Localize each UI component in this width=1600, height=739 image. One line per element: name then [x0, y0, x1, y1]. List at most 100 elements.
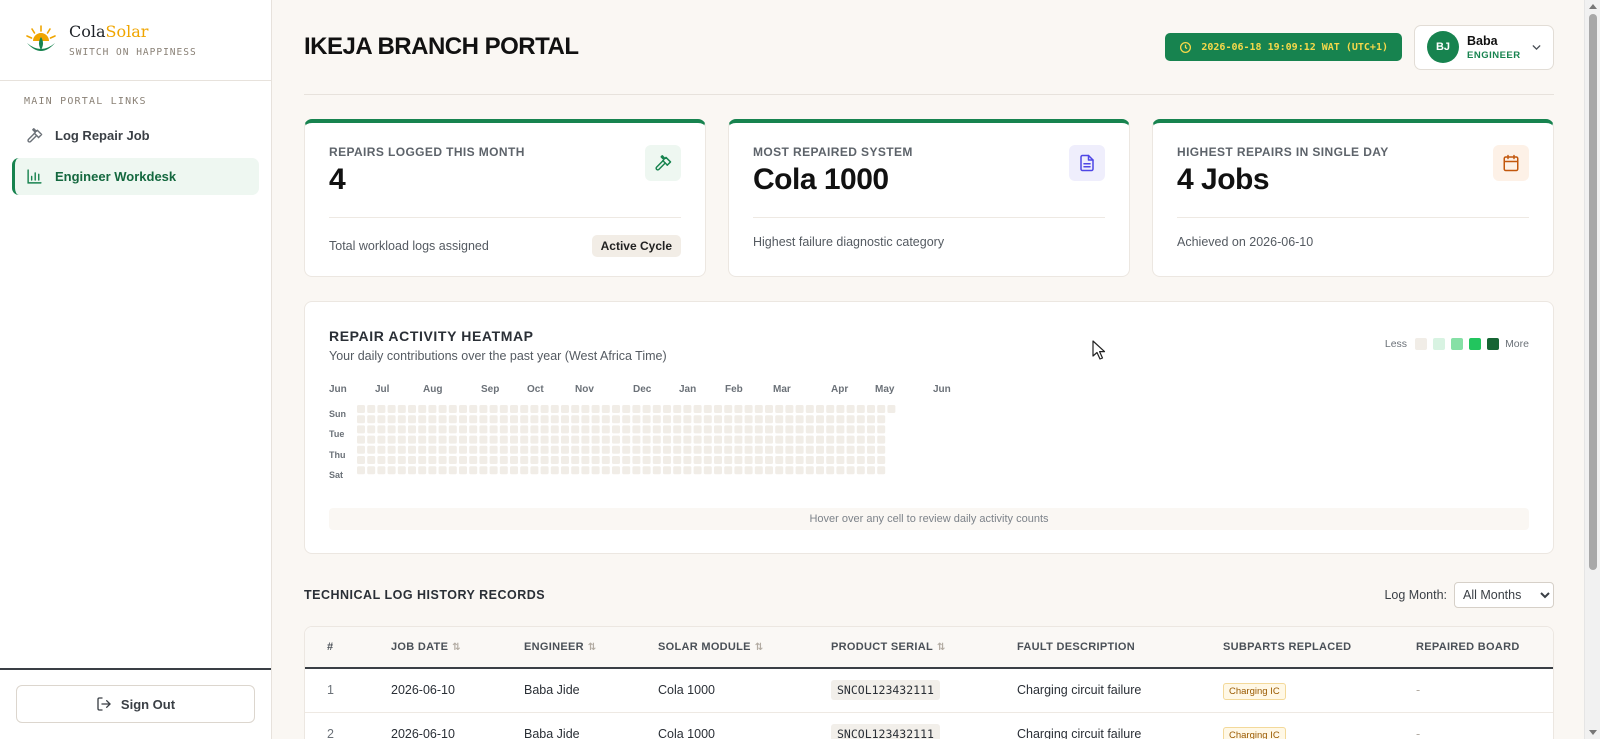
heatmap-cell[interactable] — [601, 456, 610, 464]
heatmap-cell[interactable] — [469, 466, 478, 475]
heatmap-cell[interactable] — [408, 425, 416, 434]
heatmap-cell[interactable] — [724, 415, 733, 424]
heatmap-cell[interactable] — [499, 405, 508, 413]
heatmap-cell[interactable] — [387, 456, 396, 464]
heatmap-cell[interactable] — [683, 456, 692, 464]
table-row[interactable]: 1 2026-06-10 Baba Jide Cola 1000 SNCOL12… — [305, 668, 1553, 713]
heatmap-cell[interactable] — [703, 425, 712, 434]
heatmap-cell[interactable] — [448, 445, 457, 454]
heatmap-cell[interactable] — [642, 456, 651, 464]
heatmap-cell[interactable] — [459, 445, 467, 454]
heatmap-cell[interactable] — [846, 466, 855, 475]
heatmap-cell[interactable] — [744, 456, 753, 464]
heatmap-cell[interactable] — [754, 425, 763, 434]
heatmap-cell[interactable] — [663, 405, 671, 413]
heatmap-cell[interactable] — [816, 456, 824, 464]
heatmap-cell[interactable] — [785, 415, 794, 424]
heatmap-cell[interactable] — [734, 425, 743, 434]
heatmap-cell[interactable] — [652, 466, 661, 475]
heatmap-cell[interactable] — [428, 456, 437, 464]
heatmap-cell[interactable] — [581, 456, 590, 464]
sign-out-button[interactable]: Sign Out — [16, 685, 255, 723]
heatmap-cell[interactable] — [816, 405, 824, 413]
scroll-thumb[interactable] — [1589, 14, 1597, 570]
heatmap-cell[interactable] — [867, 456, 875, 464]
heatmap-cell[interactable] — [652, 456, 661, 464]
heatmap-cell[interactable] — [622, 445, 631, 454]
heatmap-cell[interactable] — [867, 425, 875, 434]
heatmap-cell[interactable] — [510, 456, 518, 464]
heatmap-cell[interactable] — [867, 466, 875, 475]
heatmap-cell[interactable] — [601, 425, 610, 434]
heatmap-cell[interactable] — [856, 456, 865, 464]
heatmap-cell[interactable] — [612, 435, 620, 444]
heatmap-cell[interactable] — [856, 466, 865, 475]
heatmap-cell[interactable] — [510, 425, 518, 434]
heatmap-cell[interactable] — [479, 425, 488, 434]
heatmap-cell[interactable] — [622, 466, 631, 475]
heatmap-cell[interactable] — [438, 405, 447, 413]
heatmap-cell[interactable] — [530, 466, 539, 475]
heatmap-cell[interactable] — [765, 405, 773, 413]
heatmap-cell[interactable] — [540, 405, 549, 413]
heatmap-cell[interactable] — [459, 456, 467, 464]
heatmap-cell[interactable] — [714, 445, 722, 454]
heatmap-cell[interactable] — [795, 435, 804, 444]
heatmap-cell[interactable] — [652, 415, 661, 424]
heatmap-cell[interactable] — [652, 405, 661, 413]
heatmap-cell[interactable] — [499, 425, 508, 434]
heatmap-cell[interactable] — [357, 435, 365, 444]
heatmap-cell[interactable] — [397, 466, 406, 475]
heatmap-cell[interactable] — [591, 405, 600, 413]
heatmap-cell[interactable] — [459, 435, 467, 444]
heatmap-cell[interactable] — [805, 456, 814, 464]
heatmap-cell[interactable] — [571, 445, 580, 454]
heatmap-cell[interactable] — [530, 456, 539, 464]
heatmap-cell[interactable] — [703, 435, 712, 444]
heatmap-cell[interactable] — [377, 445, 386, 454]
heatmap-cell[interactable] — [775, 435, 784, 444]
heatmap-cell[interactable] — [816, 435, 824, 444]
heatmap-cell[interactable] — [877, 456, 886, 464]
user-menu[interactable]: BJ Baba ENGINEER — [1414, 24, 1554, 70]
col-engineer[interactable]: ENGINEER ⇅ — [502, 627, 636, 669]
heatmap-cell[interactable] — [775, 445, 784, 454]
heatmap-cell[interactable] — [571, 405, 580, 413]
heatmap-cell[interactable] — [683, 445, 692, 454]
heatmap-cell[interactable] — [673, 466, 682, 475]
heatmap-cell[interactable] — [408, 445, 416, 454]
heatmap-cell[interactable] — [622, 425, 631, 434]
heatmap-cell[interactable] — [571, 466, 580, 475]
heatmap-cell[interactable] — [377, 425, 386, 434]
heatmap-cell[interactable] — [601, 435, 610, 444]
heatmap-cell[interactable] — [826, 425, 835, 434]
scroll-up-arrow[interactable] — [1589, 4, 1597, 9]
heatmap-cell[interactable] — [489, 405, 498, 413]
heatmap-cell[interactable] — [377, 435, 386, 444]
heatmap-cell[interactable] — [571, 425, 580, 434]
heatmap-cell[interactable] — [744, 445, 753, 454]
brand[interactable]: ColaSolar SWITCH ON HAPPINESS — [0, 0, 271, 81]
sidebar-item-log-repair-job[interactable]: Log Repair Job — [12, 117, 259, 154]
heatmap-cell[interactable] — [754, 445, 763, 454]
heatmap-cell[interactable] — [581, 445, 590, 454]
heatmap-cell[interactable] — [805, 415, 814, 424]
heatmap-cell[interactable] — [867, 435, 875, 444]
heatmap-cell[interactable] — [867, 445, 875, 454]
heatmap-cell[interactable] — [561, 445, 569, 454]
heatmap-cell[interactable] — [612, 405, 620, 413]
heatmap-cell[interactable] — [714, 435, 722, 444]
heatmap-cell[interactable] — [367, 415, 376, 424]
heatmap-cell[interactable] — [642, 405, 651, 413]
heatmap-cell[interactable] — [765, 415, 773, 424]
heatmap-cell[interactable] — [561, 415, 569, 424]
heatmap-cell[interactable] — [387, 405, 396, 413]
heatmap-cell[interactable] — [448, 425, 457, 434]
heatmap-cell[interactable] — [510, 435, 518, 444]
heatmap-cell[interactable] — [622, 435, 631, 444]
heatmap-cell[interactable] — [805, 405, 814, 413]
heatmap-cell[interactable] — [591, 456, 600, 464]
heatmap-cell[interactable] — [734, 466, 743, 475]
heatmap-cell[interactable] — [632, 445, 641, 454]
heatmap-cell[interactable] — [489, 425, 498, 434]
